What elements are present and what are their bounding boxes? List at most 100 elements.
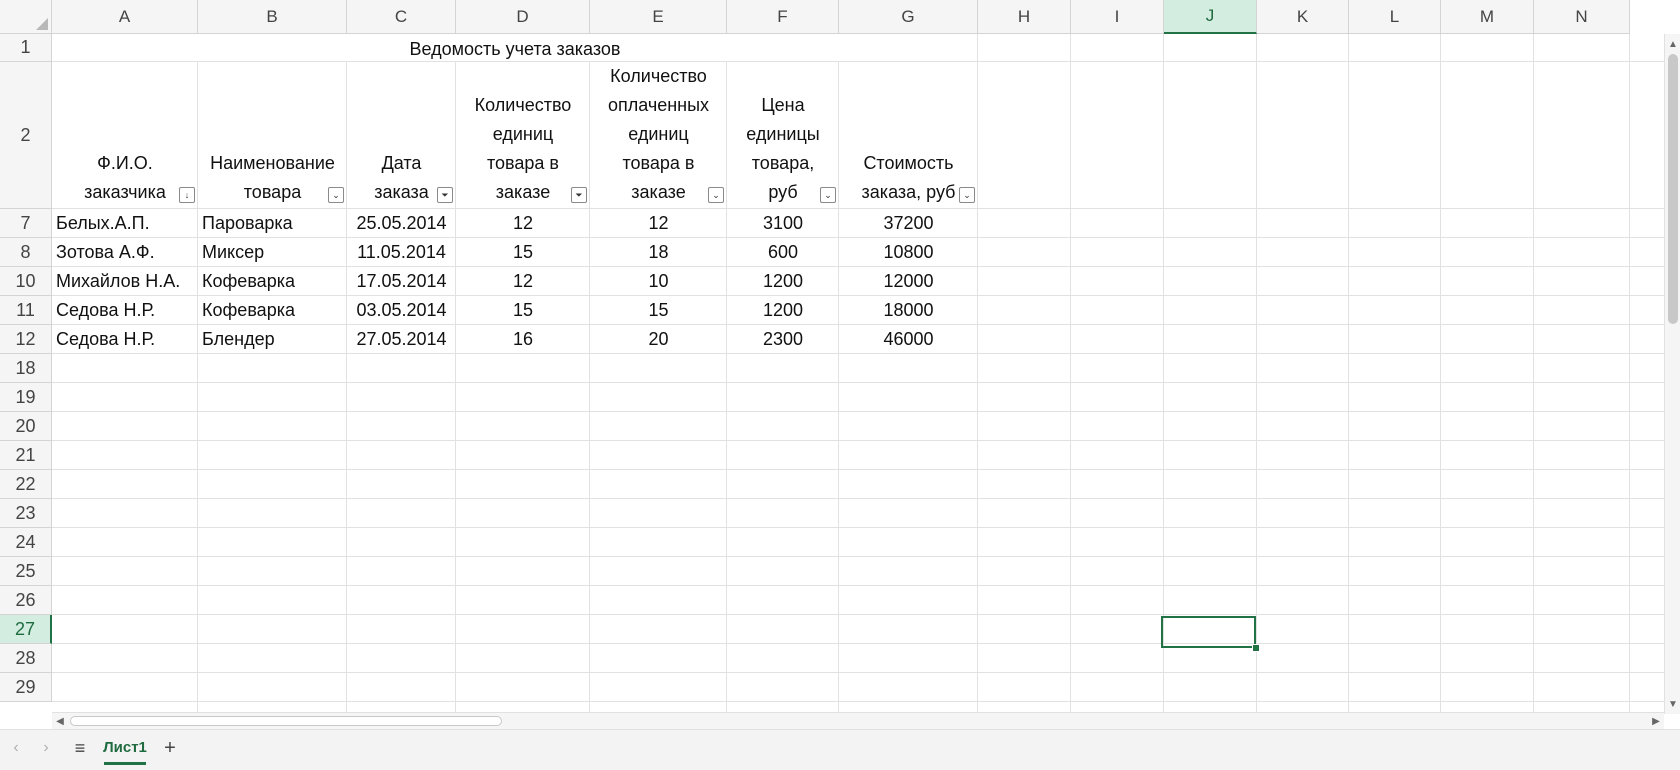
data-cell[interactable]: 20 <box>590 325 727 354</box>
column-header-k[interactable]: K <box>1257 0 1349 34</box>
column-header-l[interactable]: L <box>1349 0 1441 34</box>
row-header-8[interactable]: 8 <box>0 238 52 267</box>
data-cell[interactable]: Седова Н.Р. <box>52 296 198 325</box>
row-header-1[interactable]: 1 <box>0 34 52 62</box>
column-header-b[interactable]: B <box>198 0 347 34</box>
row-header-19[interactable]: 19 <box>0 383 52 412</box>
row-header-24[interactable]: 24 <box>0 528 52 557</box>
data-cell[interactable]: 15 <box>590 296 727 325</box>
row-header-28[interactable]: 28 <box>0 644 52 673</box>
data-cell[interactable]: 1200 <box>727 267 839 296</box>
filter-dropdown-icon[interactable]: ⌄ <box>708 187 724 203</box>
column-header-g[interactable]: G <box>839 0 978 34</box>
data-cell[interactable]: Миксер <box>198 238 347 267</box>
row-header-27[interactable]: 27 <box>0 615 52 644</box>
data-cell[interactable]: Михайлов Н.А. <box>52 267 198 296</box>
scroll-up-icon[interactable]: ▲ <box>1665 36 1680 52</box>
prev-sheet-icon[interactable]: ‹ <box>6 738 26 758</box>
filter-dropdown-icon[interactable]: ⌄ <box>959 187 975 203</box>
column-header-e[interactable]: E <box>590 0 727 34</box>
next-sheet-icon[interactable]: › <box>36 738 56 758</box>
column-header-a[interactable]: A <box>52 0 198 34</box>
data-cell[interactable]: 12 <box>590 209 727 238</box>
data-cell[interactable]: 37200 <box>839 209 978 238</box>
table-header-cell[interactable]: Ф.И.О. заказчика <box>52 62 198 209</box>
row-header-2[interactable]: 2 <box>0 62 52 209</box>
data-cell[interactable]: 11.05.2014 <box>347 238 456 267</box>
data-cell[interactable]: Кофеварка <box>198 296 347 325</box>
row-header-18[interactable]: 18 <box>0 354 52 383</box>
row-header-10[interactable]: 10 <box>0 267 52 296</box>
data-cell[interactable]: 3100 <box>727 209 839 238</box>
data-cell[interactable]: 12 <box>456 267 590 296</box>
data-cell[interactable]: 27.05.2014 <box>347 325 456 354</box>
column-header-m[interactable]: M <box>1441 0 1534 34</box>
fill-handle[interactable] <box>1252 644 1260 652</box>
table-header-text: Дата <box>381 153 422 173</box>
filter-dropdown-icon[interactable]: ⌄ <box>820 187 836 203</box>
row-header-11[interactable]: 11 <box>0 296 52 325</box>
data-cell[interactable]: 15 <box>456 296 590 325</box>
filter-dropdown-icon[interactable]: ⏷ <box>571 187 587 203</box>
data-cell[interactable]: 18000 <box>839 296 978 325</box>
data-cell[interactable]: 1200 <box>727 296 839 325</box>
row-header-20[interactable]: 20 <box>0 412 52 441</box>
row-header-22[interactable]: 22 <box>0 470 52 499</box>
vertical-scrollbar[interactable]: ▲ ▼ <box>1664 34 1680 714</box>
column-header-j[interactable]: J <box>1164 0 1257 34</box>
data-cell[interactable]: 46000 <box>839 325 978 354</box>
column-header-f[interactable]: F <box>727 0 839 34</box>
table-header-cell[interactable]: Стоимость заказа, руб <box>839 62 978 209</box>
filter-dropdown-icon[interactable]: ⏷ <box>437 187 453 203</box>
row-header-23[interactable]: 23 <box>0 499 52 528</box>
data-cell[interactable]: 03.05.2014 <box>347 296 456 325</box>
column-header-i[interactable]: I <box>1071 0 1164 34</box>
horizontal-scroll-thumb[interactable] <box>70 716 502 726</box>
column-header-n[interactable]: N <box>1534 0 1630 34</box>
sheet-title-cell[interactable]: Ведомость учета заказов <box>52 35 978 63</box>
column-header-c[interactable]: C <box>347 0 456 34</box>
data-cell[interactable]: 10 <box>590 267 727 296</box>
table-header-cell[interactable]: Количество единиц товара в заказе <box>456 62 590 209</box>
filter-dropdown-icon[interactable]: ↓ <box>179 187 195 203</box>
scroll-down-icon[interactable]: ▼ <box>1665 696 1680 712</box>
data-cell[interactable]: 17.05.2014 <box>347 267 456 296</box>
sheet-tab-list1[interactable]: Лист1 <box>103 733 147 765</box>
data-cell[interactable]: Белых.А.П. <box>52 209 198 238</box>
data-cell[interactable]: 16 <box>456 325 590 354</box>
data-cell[interactable]: 15 <box>456 238 590 267</box>
row-header-29[interactable]: 29 <box>0 673 52 702</box>
vertical-scroll-thumb[interactable] <box>1668 54 1678 324</box>
gridline-horizontal <box>52 672 1664 673</box>
sheet-list-menu-icon[interactable]: ≡ <box>70 738 90 758</box>
row-header-25[interactable]: 25 <box>0 557 52 586</box>
data-cell[interactable]: Седова Н.Р. <box>52 325 198 354</box>
data-cell[interactable]: 12 <box>456 209 590 238</box>
data-cell[interactable]: Кофеварка <box>198 267 347 296</box>
data-cell[interactable]: 10800 <box>839 238 978 267</box>
filter-dropdown-icon[interactable]: ⌄ <box>328 187 344 203</box>
data-cell[interactable]: 18 <box>590 238 727 267</box>
row-header-21[interactable]: 21 <box>0 441 52 470</box>
data-cell[interactable]: 600 <box>727 238 839 267</box>
row-header-26[interactable]: 26 <box>0 586 52 615</box>
data-cell[interactable]: 25.05.2014 <box>347 209 456 238</box>
data-cell[interactable]: Зотова А.Ф. <box>52 238 198 267</box>
column-header-h[interactable]: H <box>978 0 1071 34</box>
scroll-right-icon[interactable]: ▶ <box>1648 713 1664 729</box>
data-cell[interactable]: Пароварка <box>198 209 347 238</box>
horizontal-scrollbar[interactable]: ◀ ▶ <box>52 712 1664 729</box>
row-header-12[interactable]: 12 <box>0 325 52 354</box>
data-cell[interactable]: Блендер <box>198 325 347 354</box>
table-header-cell[interactable]: Количество оплаченных единиц товара в заказе <box>590 62 727 209</box>
active-cell-selection[interactable] <box>1161 616 1256 648</box>
table-header-cell[interactable]: Наименование товара <box>198 62 347 209</box>
scroll-left-icon[interactable]: ◀ <box>52 713 68 729</box>
add-sheet-icon[interactable]: + <box>160 737 180 759</box>
table-header-text: руб <box>768 182 798 202</box>
data-cell[interactable]: 12000 <box>839 267 978 296</box>
data-cell[interactable]: 2300 <box>727 325 839 354</box>
column-header-d[interactable]: D <box>456 0 590 34</box>
table-header-text: единиц <box>628 124 689 144</box>
row-header-7[interactable]: 7 <box>0 209 52 238</box>
